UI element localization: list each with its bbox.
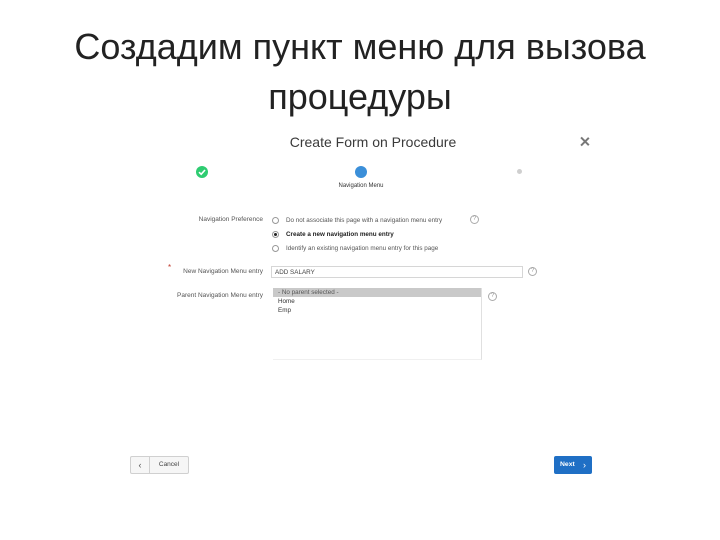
close-icon[interactable] — [580, 137, 590, 147]
create-form-dialog: Create Form on Procedure Navigation Menu… — [128, 128, 598, 478]
chevron-right-icon: › — [583, 460, 586, 470]
next-button-label: Next — [560, 461, 575, 468]
radio-button-checked[interactable] — [272, 230, 279, 238]
new-menu-entry-label: New Navigation Menu entry — [183, 268, 263, 275]
step-current-indicator — [355, 166, 367, 178]
navigation-preference-label: Navigation Preference — [198, 216, 263, 223]
step-current-label: Navigation Menu — [338, 183, 384, 189]
list-option[interactable]: Emp — [273, 306, 481, 315]
parent-menu-entry-listbox[interactable]: - No parent selected - Home Emp — [273, 288, 482, 360]
radio-option-existing[interactable]: Identify an existing navigation menu ent… — [272, 242, 438, 254]
help-icon[interactable]: ? — [528, 267, 537, 276]
step-complete-icon — [196, 166, 208, 178]
help-icon[interactable]: ? — [470, 215, 479, 224]
slide-title-line-2: процедуры — [268, 76, 452, 117]
new-menu-entry-input[interactable] — [271, 266, 523, 278]
help-icon[interactable]: ? — [488, 292, 497, 301]
list-option[interactable]: - No parent selected - — [273, 288, 481, 297]
list-option[interactable]: Home — [273, 297, 481, 306]
radio-option-label: Create a new navigation menu entry — [286, 230, 394, 238]
back-button[interactable]: ‹ — [130, 456, 150, 474]
radio-button[interactable] — [272, 216, 279, 224]
parent-menu-entry-label: Parent Navigation Menu entry — [177, 292, 263, 299]
slide-title: Создадим пункт меню для вызова процедуры — [40, 22, 680, 122]
radio-option-label: Do not associate this page with a naviga… — [286, 216, 443, 224]
slide-title-line-1: Создадим пункт меню для вызова — [74, 26, 646, 67]
radio-button[interactable] — [272, 244, 279, 252]
radio-option-label: Identify an existing navigation menu ent… — [286, 244, 439, 252]
dialog-title: Create Form on Procedure — [289, 134, 457, 150]
step-upcoming-indicator — [517, 169, 522, 174]
cancel-button[interactable]: Cancel — [150, 456, 189, 474]
radio-option-no-association[interactable]: Do not associate this page with a naviga… — [272, 214, 442, 226]
next-button[interactable]: Next › — [554, 456, 592, 474]
radio-option-create-new[interactable]: Create a new navigation menu entry — [272, 228, 394, 240]
